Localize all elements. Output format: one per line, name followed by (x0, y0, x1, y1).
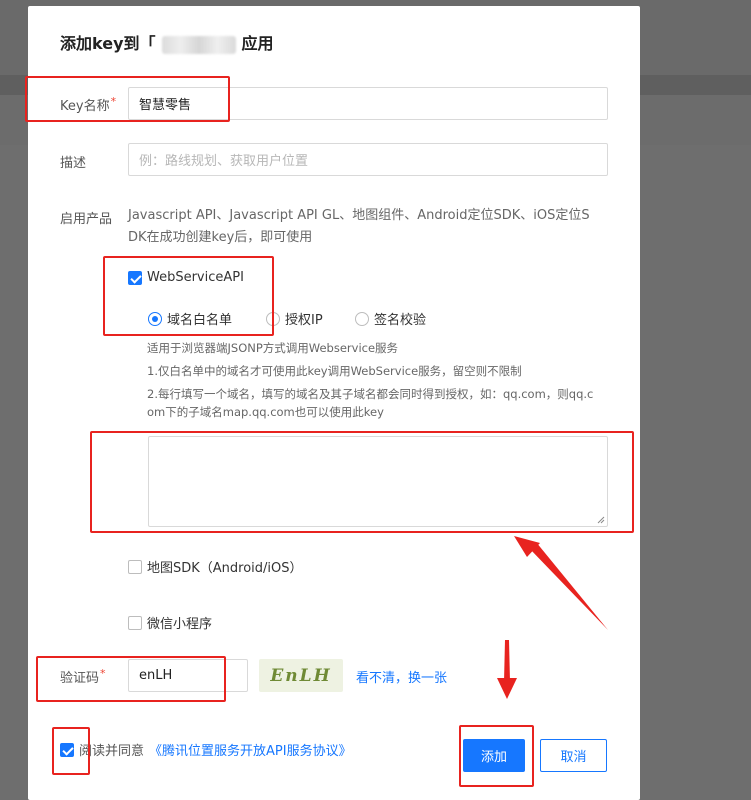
map-sdk-checkbox-row[interactable]: 地图SDK（Android/iOS） (128, 557, 303, 576)
agreement-link[interactable]: 《腾讯位置服务开放API服务协议》 (149, 740, 352, 759)
description-placeholder: 例：路线规划、获取用户位置 (139, 154, 309, 169)
captcha-refresh-link[interactable]: 看不清，换一张 (356, 667, 447, 686)
webservice-label: WebServiceAPI (147, 270, 244, 285)
agreement-text: 阅读并同意 (79, 744, 145, 759)
add-key-dialog: 添加key到「 应用 Key名称* 智慧零售 描述 例：路线规划、获取用户位置 启… (28, 6, 640, 800)
products-intro: Javascript API、Javascript API GL、地图组件、An… (128, 208, 590, 245)
key-name-label: Key名称* (60, 95, 117, 114)
wechat-checkbox[interactable] (128, 615, 142, 630)
webservice-checkbox-row[interactable]: WebServiceAPI (128, 270, 244, 285)
key-name-input[interactable]: 智慧零售 (128, 87, 608, 120)
dialog-title: 添加key到「 应用 (60, 34, 274, 54)
captcha-label: 验证码* (60, 667, 106, 686)
captcha-image[interactable]: EnLH (259, 659, 343, 692)
radio-button[interactable] (266, 311, 280, 326)
captcha-input[interactable]: enLH (128, 659, 248, 692)
radio-button[interactable] (355, 311, 369, 326)
agreement-row: 阅读并同意 《腾讯位置服务开放API服务协议》 (60, 740, 352, 759)
radio-button[interactable] (148, 311, 162, 326)
redacted-app-name (161, 35, 236, 54)
radio-authorized-ip[interactable]: 授权IP (266, 309, 323, 328)
description-label: 描述 (60, 156, 87, 171)
radio-domain-whitelist[interactable]: 域名白名单 (148, 309, 232, 328)
webservice-help: 适用于浏览器端JSONP方式调用Webservice服务 1.仅白名单中的域名才… (147, 341, 594, 419)
key-name-value: 智慧零售 (139, 98, 192, 113)
agreement-checkbox[interactable] (60, 742, 74, 757)
cancel-button[interactable]: 取消 (540, 739, 607, 772)
radio-signature-check[interactable]: 签名校验 (355, 309, 426, 328)
domain-whitelist-textarea[interactable] (148, 436, 608, 527)
products-label: 启用产品 (60, 212, 113, 227)
resize-handle-icon[interactable] (597, 516, 605, 524)
add-button[interactable]: 添加 (463, 739, 525, 772)
map-sdk-checkbox[interactable] (128, 559, 142, 574)
description-input[interactable]: 例：路线规划、获取用户位置 (128, 143, 608, 176)
webservice-checkbox[interactable] (128, 270, 142, 285)
wechat-checkbox-row[interactable]: 微信小程序 (128, 613, 212, 632)
